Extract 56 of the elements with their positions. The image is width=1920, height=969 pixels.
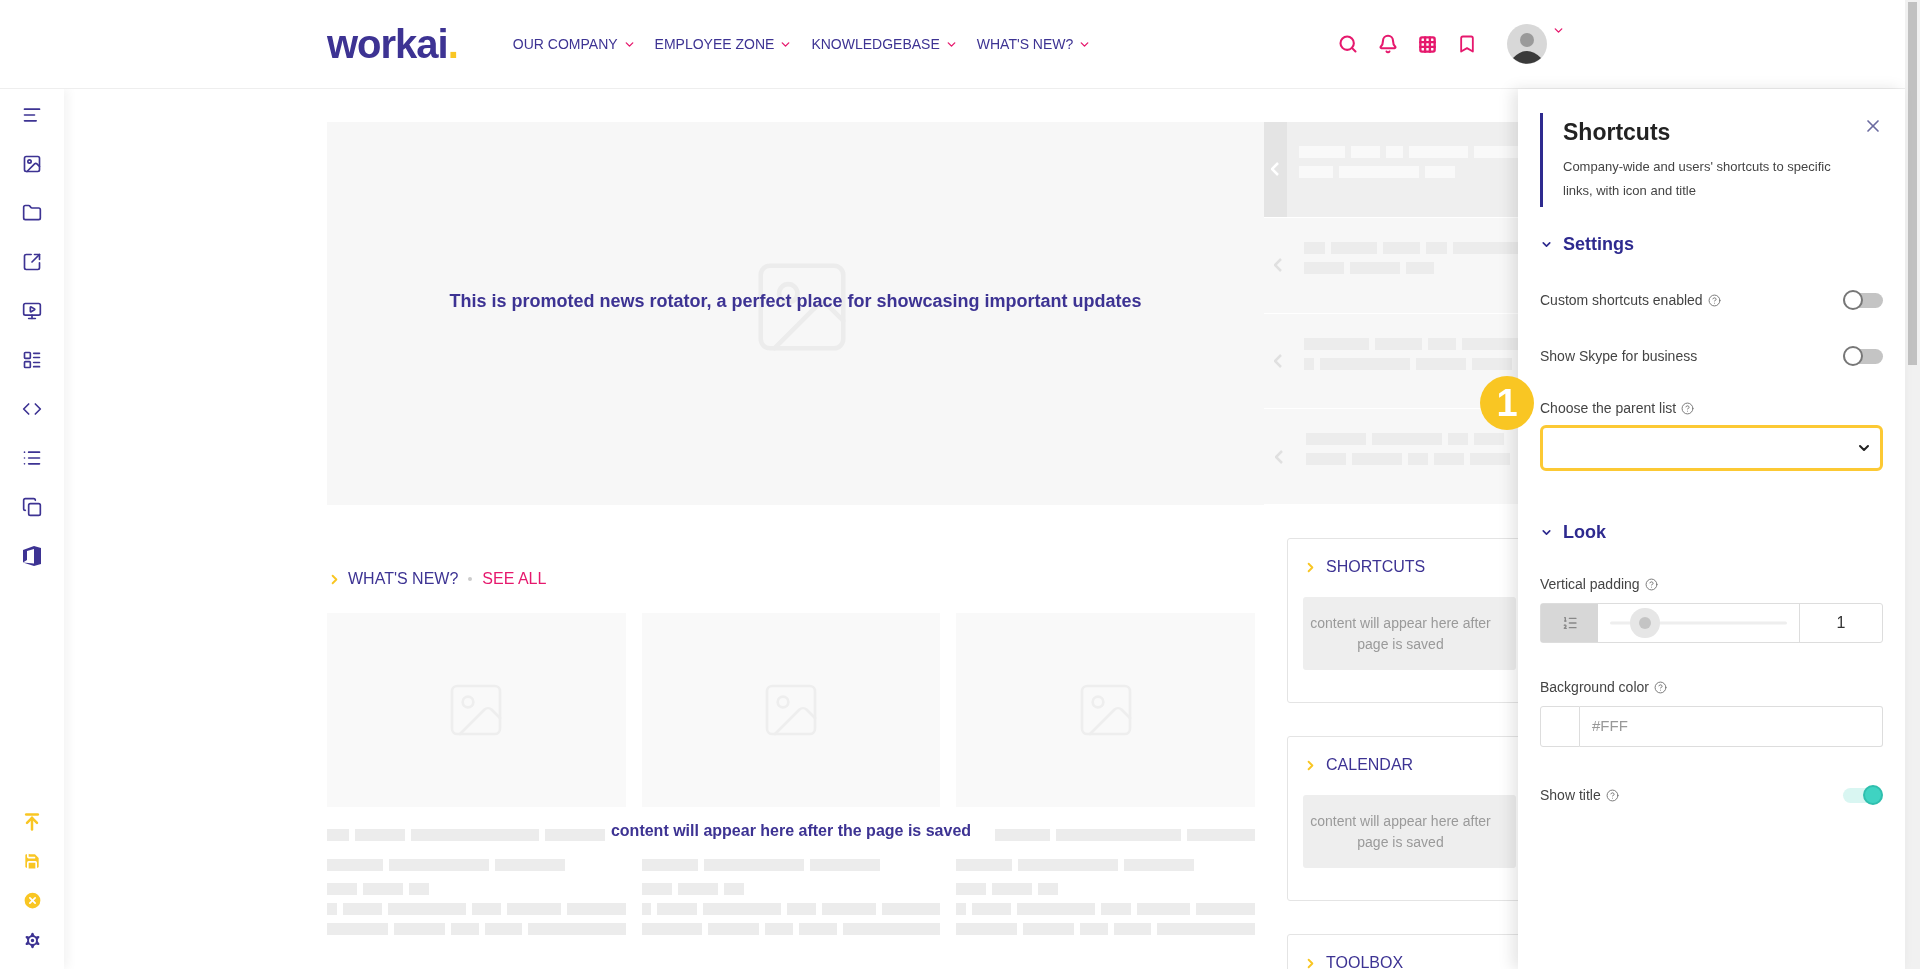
list-box-icon[interactable] [22,350,42,370]
widget-title: SHORTCUTS [1326,557,1426,577]
logo[interactable]: workai. [327,24,458,64]
dot-separator [468,577,473,581]
image-icon[interactable] [22,154,42,174]
placeholder-text: content will appear here after [1310,613,1491,633]
toggle-switch[interactable] [1843,348,1883,364]
panel-description: Company-wide and users' shortcuts to specific links, with icon and title [1563,158,1832,200]
skeleton-bar [1452,241,1518,254]
nav-menu-item[interactable]: WHAT'S NEW? [976,33,1092,55]
field-label: Choose the parent list [1540,399,1677,418]
office-icon[interactable] [23,546,41,566]
nav-menu-item[interactable]: OUR COMPANY [512,33,636,55]
avatar[interactable] [1507,24,1547,64]
placeholder-message: content will appear here after the page is saved [610,821,972,841]
help-icon[interactable] [1605,788,1619,802]
widget-title: TOOLBOX [1326,953,1404,969]
help-icon[interactable] [1707,293,1721,307]
text-block-icon[interactable] [22,105,42,125]
notification-icon[interactable] [1378,34,1398,54]
section-title: WHAT'S NEW? [348,569,459,589]
toggle-switch[interactable] [1843,292,1883,308]
bookmark-icon[interactable] [1457,34,1477,54]
chevron-left-icon [1271,162,1280,177]
search-icon[interactable] [1338,34,1358,54]
copy-icon[interactable] [22,497,42,517]
scrollbar[interactable] [1905,0,1920,969]
field-label: Custom shortcuts enabled [1540,290,1703,310]
help-icon[interactable] [1681,402,1695,415]
section-header[interactable]: Look [1540,519,1606,546]
toggle-switch[interactable] [1843,787,1883,803]
help-icon[interactable] [1644,578,1658,591]
list-icon[interactable] [22,448,42,468]
nav-menu-item[interactable]: EMPLOYEE ZONE [654,33,793,55]
help-icon[interactable] [1653,681,1667,694]
field-label: Vertical padding [1540,575,1640,594]
placeholder-text: page is saved [1357,832,1444,852]
panel-title: Shortcuts [1563,118,1672,147]
placeholder-text: content will appear here after [1310,811,1491,831]
skeleton-bar [1462,337,1518,350]
field-label: Show Skype for business [1540,346,1698,366]
section-header[interactable]: Settings [1540,231,1634,258]
external-link-icon[interactable] [22,252,42,272]
widget-title: CALENDAR [1326,755,1414,775]
field-label: Background color [1540,678,1649,697]
color-swatch[interactable] [1540,706,1580,747]
color-input[interactable]: #FFF [1580,706,1883,747]
rotator-message: This is promoted news rotator, a perfect place for showcasing important updates [449,290,1142,313]
nav-menu-item[interactable]: KNOWLEDGEBASE [811,33,958,55]
video-icon[interactable] [22,301,42,321]
line-spacing-icon [1561,615,1578,631]
apps-grid-icon[interactable] [1418,34,1437,54]
see-all-link[interactable]: SEE ALL [482,567,547,591]
folder-icon[interactable] [22,203,42,223]
field-label: Show title [1540,785,1601,805]
placeholder-text: page is saved [1357,634,1444,654]
